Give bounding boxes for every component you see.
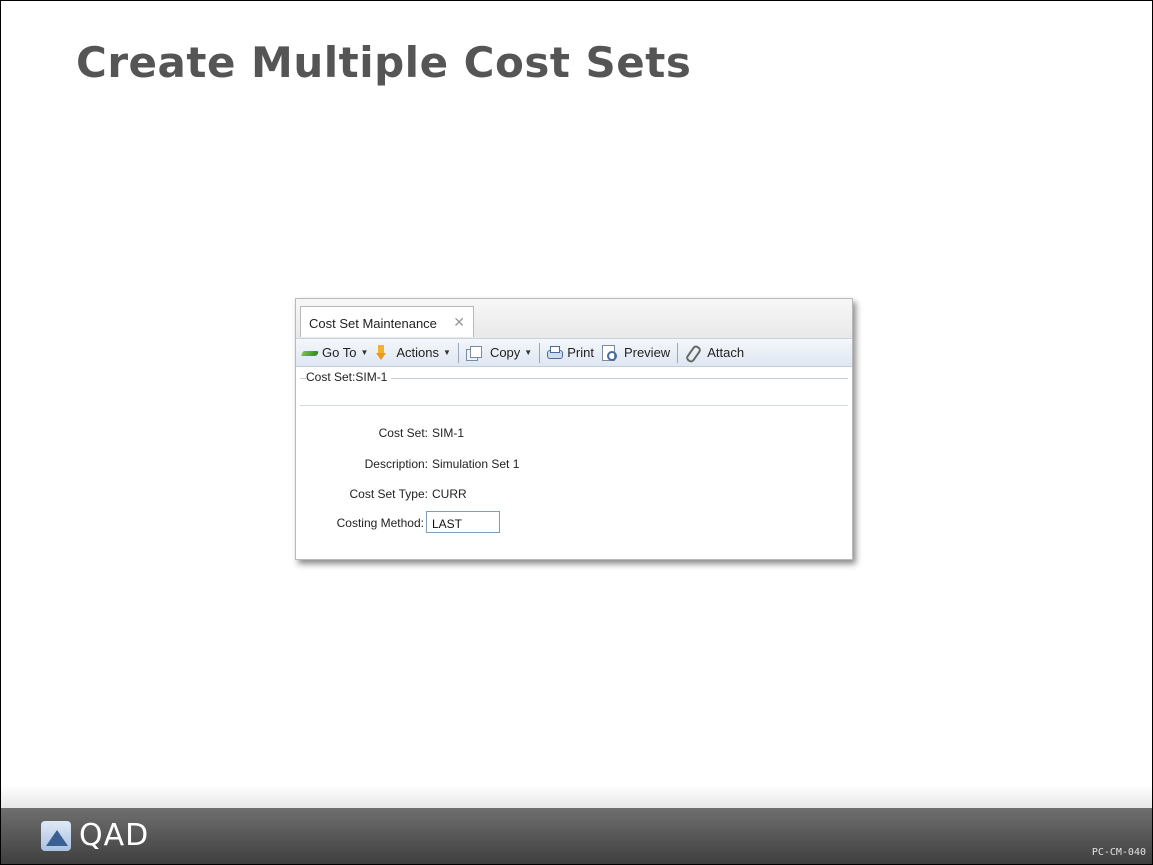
qad-logo-icon	[41, 821, 71, 851]
preview-label: Preview	[623, 345, 671, 360]
print-button[interactable]: Print	[543, 345, 598, 360]
app-window: Cost Set Maintenance ✕ Go To ▼ Actions ▼…	[295, 298, 853, 560]
tab-strip: Cost Set Maintenance ✕	[296, 299, 852, 339]
copy-icon	[465, 345, 482, 361]
preview-button[interactable]: Preview	[598, 344, 674, 361]
copy-button[interactable]: Copy ▼	[462, 345, 536, 361]
actions-icon	[376, 345, 387, 360]
toolbar-separator	[677, 342, 679, 363]
toolbar-separator	[539, 342, 541, 363]
toolbar: Go To ▼ Actions ▼ Copy ▼ Print Preview A…	[296, 339, 852, 367]
tab-label: Cost Set Maintenance	[309, 316, 437, 331]
print-label: Print	[567, 345, 594, 360]
cost-set-label: Cost Set:	[378, 426, 428, 440]
print-icon	[547, 345, 564, 360]
attach-label: Attach	[707, 345, 745, 360]
attach-button[interactable]: Attach	[681, 345, 748, 361]
description-value: Simulation Set 1	[432, 457, 520, 471]
toolbar-separator	[457, 342, 459, 363]
footer-bar: QAD PC-CM-040	[1, 808, 1152, 864]
goto-button[interactable]: Go To ▼	[298, 345, 372, 360]
cost-set-type-label: Cost Set Type:	[349, 487, 429, 501]
chevron-down-icon: ▼	[443, 348, 451, 357]
cost-set-type-value: CURR	[432, 487, 467, 501]
goto-icon	[302, 348, 318, 358]
chevron-down-icon: ▼	[360, 348, 369, 357]
attach-icon	[685, 345, 699, 361]
copy-label: Copy	[489, 345, 521, 360]
footer-gradient	[1, 784, 1152, 808]
actions-label: Actions	[396, 345, 440, 360]
description-label: Description:	[364, 457, 428, 471]
close-icon[interactable]: ✕	[453, 314, 465, 331]
section-divider	[300, 405, 848, 406]
slide-title: Create Multiple Cost Sets	[76, 38, 692, 87]
cost-set-value: SIM-1	[432, 426, 465, 440]
slide-code: PC-CM-040	[1091, 847, 1146, 858]
costing-method-label: Costing Method:	[336, 516, 424, 530]
chevron-down-icon: ▼	[524, 348, 533, 357]
logo-text: QAD	[79, 818, 150, 853]
costing-method-input[interactable]	[426, 511, 500, 533]
preview-icon	[601, 344, 617, 361]
breadcrumb: Cost Set:SIM-1	[306, 370, 392, 384]
tab-cost-set-maintenance[interactable]: Cost Set Maintenance ✕	[300, 306, 474, 337]
actions-button[interactable]: Actions ▼	[372, 345, 455, 360]
goto-label: Go To	[322, 345, 357, 360]
breadcrumb-row: Cost Set:SIM-1	[296, 367, 852, 389]
